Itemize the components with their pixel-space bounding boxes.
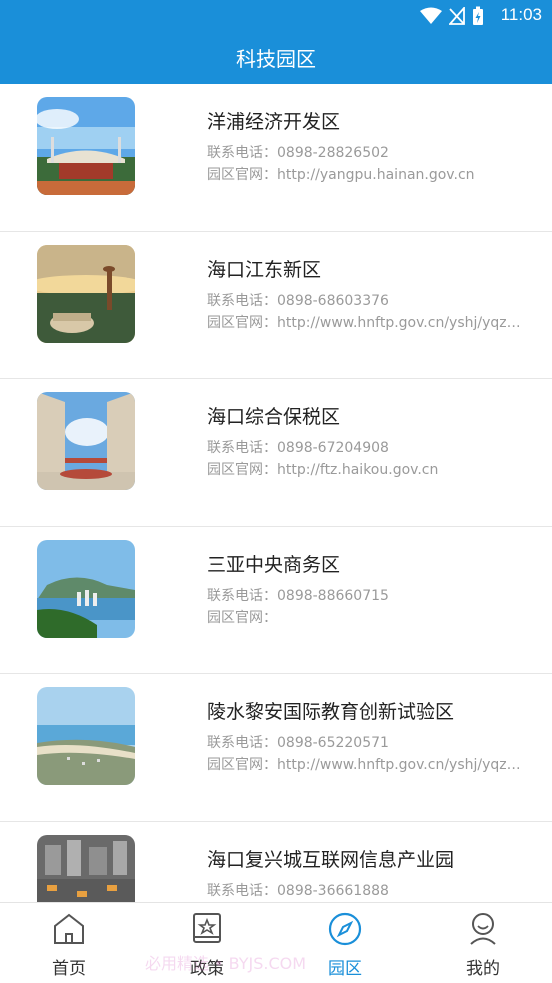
park-name: 洋浦经济开发区 bbox=[207, 111, 341, 133]
park-website: 园区官网：http://www.hnftp.gov.cn/yshj/yqz… bbox=[207, 754, 532, 774]
bottom-tab-bar: 首页 政策 园区 我的 bbox=[0, 902, 552, 983]
phone-value[interactable]: 0898-65220571 bbox=[277, 735, 389, 751]
policy-book-icon bbox=[193, 913, 221, 943]
park-thumbnail bbox=[37, 392, 135, 490]
home-icon bbox=[54, 913, 84, 944]
website-label: 园区官网： bbox=[207, 609, 277, 626]
park-thumbnail bbox=[37, 834, 135, 902]
park-thumbnail bbox=[37, 687, 135, 785]
phone-value[interactable]: 0898-88660715 bbox=[277, 588, 389, 604]
tab-home[interactable]: 首页 bbox=[0, 903, 138, 983]
park-website: 园区官网： bbox=[207, 607, 532, 627]
phone-label: 联系电话： bbox=[207, 292, 277, 309]
tab-label: 首页 bbox=[52, 959, 86, 979]
park-phone: 联系电话：0898-88660715 bbox=[207, 585, 389, 605]
park-list[interactable]: 洋浦经济开发区 联系电话：0898-28826502 园区官网：http://y… bbox=[0, 84, 552, 902]
website-label: 园区官网： bbox=[207, 462, 277, 478]
park-name: 海口综合保税区 bbox=[207, 406, 341, 428]
status-bar: 11:03 bbox=[0, 0, 552, 30]
website-label: 园区官网： bbox=[207, 314, 277, 331]
park-thumbnail bbox=[37, 97, 135, 195]
status-time: 11:03 bbox=[500, 5, 542, 24]
phone-label: 联系电话： bbox=[207, 440, 277, 456]
tab-park[interactable]: 园区 bbox=[276, 903, 414, 983]
park-name: 陵水黎安国际教育创新试验区 bbox=[207, 701, 455, 723]
website-link[interactable]: http://ftz.haikou.gov.cn bbox=[277, 462, 438, 478]
website-link[interactable]: http://yangpu.hainan.gov.cn bbox=[277, 167, 475, 183]
compass-icon bbox=[328, 912, 362, 946]
park-name: 海口复兴城互联网信息产业园 bbox=[207, 848, 455, 871]
phone-value[interactable]: 0898-67204908 bbox=[277, 440, 389, 456]
phone-label: 联系电话： bbox=[207, 882, 277, 899]
battery-charging-icon bbox=[473, 6, 483, 25]
tab-policy[interactable]: 政策 bbox=[138, 903, 276, 983]
website-link[interactable]: http://www.hnftp.gov.cn/yshj/yqz… bbox=[277, 757, 521, 773]
tab-label: 我的 bbox=[466, 959, 500, 979]
tab-label: 政策 bbox=[190, 959, 224, 979]
app-header: 11:03 科技园区 bbox=[0, 0, 552, 84]
park-phone: 联系电话：0898-28826502 bbox=[207, 142, 389, 162]
park-name: 海口江东新区 bbox=[207, 258, 322, 281]
tab-mine[interactable]: 我的 bbox=[414, 903, 552, 983]
phone-label: 联系电话： bbox=[207, 735, 277, 751]
phone-value[interactable]: 0898-36661888 bbox=[277, 883, 389, 899]
park-phone: 联系电话：0898-65220571 bbox=[207, 732, 389, 752]
park-phone: 联系电话：0898-36661888 bbox=[207, 880, 389, 900]
tab-label: 园区 bbox=[328, 959, 362, 979]
park-name: 三亚中央商务区 bbox=[207, 553, 341, 576]
park-thumbnail bbox=[37, 244, 135, 343]
park-item[interactable]: 海口江东新区 联系电话：0898-68603376 园区官网：http://ww… bbox=[0, 232, 552, 379]
park-phone: 联系电话：0898-67204908 bbox=[207, 437, 389, 457]
phone-value[interactable]: 0898-68603376 bbox=[277, 293, 389, 309]
park-website: 园区官网：http://ftz.haikou.gov.cn bbox=[207, 459, 532, 479]
user-icon bbox=[470, 913, 496, 945]
status-icons bbox=[420, 6, 484, 26]
park-item[interactable]: 三亚中央商务区 联系电话：0898-88660715 园区官网： bbox=[0, 527, 552, 674]
park-item[interactable]: 海口综合保税区 联系电话：0898-67204908 园区官网：http://f… bbox=[0, 379, 552, 527]
website-label: 园区官网： bbox=[207, 167, 277, 183]
park-phone: 联系电话：0898-68603376 bbox=[207, 290, 389, 310]
park-thumbnail bbox=[37, 539, 135, 638]
phone-value[interactable]: 0898-28826502 bbox=[277, 145, 389, 161]
park-website: 园区官网：http://www.hnftp.gov.cn/yshj/yqz… bbox=[207, 312, 532, 332]
phone-label: 联系电话： bbox=[207, 587, 277, 604]
website-link[interactable]: http://www.hnftp.gov.cn/yshj/yqz… bbox=[277, 315, 521, 331]
park-item[interactable]: 海口复兴城互联网信息产业园 联系电话：0898-36661888 bbox=[0, 822, 552, 902]
park-item[interactable]: 洋浦经济开发区 联系电话：0898-28826502 园区官网：http://y… bbox=[0, 84, 552, 232]
wifi-icon bbox=[420, 7, 442, 24]
park-item[interactable]: 陵水黎安国际教育创新试验区 联系电话：0898-65220571 园区官网：ht… bbox=[0, 674, 552, 822]
park-website: 园区官网：http://yangpu.hainan.gov.cn bbox=[207, 164, 532, 184]
phone-label: 联系电话： bbox=[207, 145, 277, 161]
website-label: 园区官网： bbox=[207, 757, 277, 773]
no-signal-icon bbox=[449, 7, 465, 25]
page-title: 科技园区 bbox=[236, 47, 316, 71]
